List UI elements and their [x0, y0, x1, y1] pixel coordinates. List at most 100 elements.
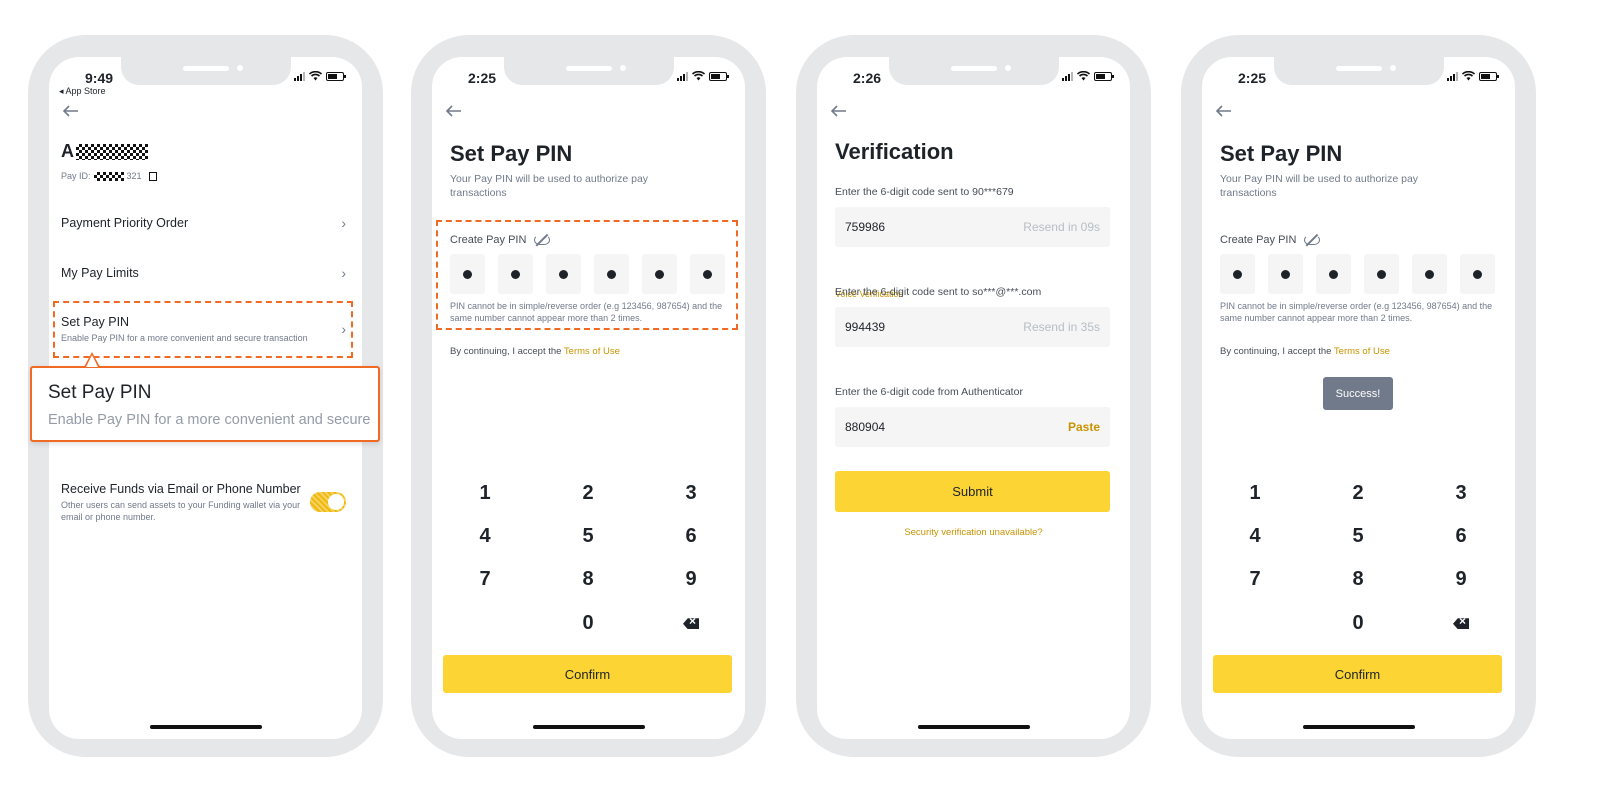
- signal-icon: [294, 71, 305, 81]
- paste-button[interactable]: Paste: [1068, 420, 1100, 434]
- notch: [120, 57, 291, 85]
- delete-key[interactable]: [1409, 612, 1513, 635]
- confirm-button[interactable]: Confirm: [1213, 655, 1502, 693]
- key-7[interactable]: 7: [433, 568, 537, 591]
- phone-code-label: Enter the 6-digit code sent to 90***679: [835, 186, 1014, 198]
- submit-button[interactable]: Submit: [835, 471, 1110, 512]
- key-2[interactable]: 2: [1306, 482, 1410, 505]
- signal-icon: [1062, 71, 1073, 81]
- key-5[interactable]: 5: [1306, 525, 1410, 548]
- key-9[interactable]: 9: [639, 568, 743, 591]
- success-toast: Success!: [1323, 377, 1393, 410]
- key-7[interactable]: 7: [1203, 568, 1307, 591]
- terms-of-use-link[interactable]: Terms of Use: [564, 346, 620, 357]
- key-3[interactable]: 3: [1409, 482, 1513, 505]
- highlight-set-pay-pin: [53, 301, 353, 358]
- screen-set-pay-pin-success: 2:25 Set Pay PIN Your Pay PIN will be us…: [1202, 57, 1515, 739]
- status-icons: [294, 71, 346, 81]
- receive-funds-toggle[interactable]: [310, 492, 346, 512]
- wifi-icon: [1462, 71, 1475, 81]
- menu-my-pay-limits[interactable]: My Pay Limits ›: [61, 265, 346, 281]
- key-0[interactable]: 0: [1306, 612, 1410, 635]
- notch: [1273, 57, 1444, 85]
- status-icons: [1062, 71, 1114, 81]
- wifi-icon: [309, 71, 322, 81]
- page-subtitle: Your Pay PIN will be used to authorize p…: [1220, 173, 1419, 199]
- key-1[interactable]: 1: [433, 482, 537, 505]
- battery-icon: [1479, 71, 1499, 81]
- key-4[interactable]: 4: [433, 525, 537, 548]
- back-arrow-icon[interactable]: [446, 105, 462, 117]
- menu-receive-funds: Receive Funds via Email or Phone Number …: [61, 481, 346, 523]
- screen-set-pay-pin: 2:25 Set Pay PIN Your Pay PIN will be us…: [432, 57, 745, 739]
- email-resend[interactable]: Resend in 35s: [1023, 320, 1100, 334]
- battery-icon: [326, 71, 346, 81]
- security-verification-unavailable-link[interactable]: Security verification unavailable?: [817, 527, 1130, 538]
- delete-key[interactable]: [639, 612, 743, 635]
- highlight-pin-area: [436, 220, 738, 330]
- signal-icon: [1447, 71, 1458, 81]
- status-time: 2:25: [1238, 70, 1267, 86]
- email-code-label: Enter the 6-digit code sent to so***@***…: [835, 286, 1042, 298]
- copy-icon[interactable]: [148, 171, 157, 181]
- notch: [503, 57, 674, 85]
- key-6[interactable]: 6: [1409, 525, 1513, 548]
- authenticator-code-input[interactable]: 880904 Paste: [835, 407, 1110, 447]
- home-indicator: [149, 725, 262, 729]
- home-indicator: [1302, 725, 1415, 729]
- status-time: 2:25: [468, 70, 497, 86]
- redacted-pay-id: [93, 171, 124, 181]
- notch: [888, 57, 1059, 85]
- key-9[interactable]: 9: [1409, 568, 1513, 591]
- key-6[interactable]: 6: [639, 525, 743, 548]
- eye-off-icon[interactable]: [1304, 235, 1321, 245]
- chevron-right-icon: ›: [341, 265, 346, 281]
- status-icons: [1447, 71, 1499, 81]
- backspace-icon: [683, 618, 699, 630]
- key-1[interactable]: 1: [1203, 482, 1307, 505]
- key-8[interactable]: 8: [536, 568, 640, 591]
- authenticator-label: Enter the 6-digit code from Authenticato…: [835, 386, 1023, 398]
- terms-text: By continuing, I accept the Terms of Use: [450, 346, 620, 357]
- key-5[interactable]: 5: [536, 525, 640, 548]
- pin-input[interactable]: [1220, 254, 1495, 294]
- backspace-icon: [1453, 618, 1469, 630]
- status-icons: [677, 71, 729, 81]
- terms-of-use-link[interactable]: Terms of Use: [1334, 346, 1390, 357]
- phone-code-input[interactable]: 759986 Resend in 09s: [835, 207, 1110, 247]
- back-arrow-icon[interactable]: [831, 105, 847, 117]
- key-3[interactable]: 3: [639, 482, 743, 505]
- battery-icon: [1094, 71, 1114, 81]
- back-arrow-icon[interactable]: [63, 105, 79, 117]
- phone-resend[interactable]: Resend in 09s: [1023, 220, 1100, 234]
- page-subtitle: Your Pay PIN will be used to authorize p…: [450, 173, 649, 199]
- key-4[interactable]: 4: [1203, 525, 1307, 548]
- pin-hint: PIN cannot be in simple/reverse order (e…: [1220, 301, 1493, 323]
- email-code-input[interactable]: 994439 Resend in 35s: [835, 307, 1110, 347]
- home-indicator: [917, 725, 1030, 729]
- signal-icon: [677, 71, 688, 81]
- page-title: Set Pay PIN: [450, 141, 573, 166]
- pin-digit: [1460, 254, 1495, 294]
- page-title: Verification: [835, 139, 954, 164]
- key-0[interactable]: 0: [536, 612, 640, 635]
- back-arrow-icon[interactable]: [1216, 105, 1232, 117]
- home-indicator: [532, 725, 645, 729]
- terms-text: By continuing, I accept the Terms of Use: [1220, 346, 1390, 357]
- back-to-app-store-link[interactable]: ◂ App Store: [59, 86, 106, 97]
- confirm-button[interactable]: Confirm: [443, 655, 732, 693]
- phone-frame-3: 2:26 Verification Enter the 6-digit code…: [796, 35, 1151, 757]
- callout-pointer: [84, 352, 100, 367]
- menu-payment-priority-order[interactable]: Payment Priority Order ›: [61, 215, 346, 231]
- page-title: Set Pay PIN: [1220, 141, 1343, 166]
- key-8[interactable]: 8: [1306, 568, 1410, 591]
- wifi-icon: [1077, 71, 1090, 81]
- pin-digit: [1412, 254, 1447, 294]
- key-2[interactable]: 2: [536, 482, 640, 505]
- pin-digit: [1316, 254, 1351, 294]
- status-time: 9:49: [85, 70, 114, 86]
- wifi-icon: [692, 71, 705, 81]
- redacted-name: [76, 143, 148, 160]
- pin-label: Create Pay PIN: [1220, 234, 1321, 246]
- pin-digit: [1268, 254, 1303, 294]
